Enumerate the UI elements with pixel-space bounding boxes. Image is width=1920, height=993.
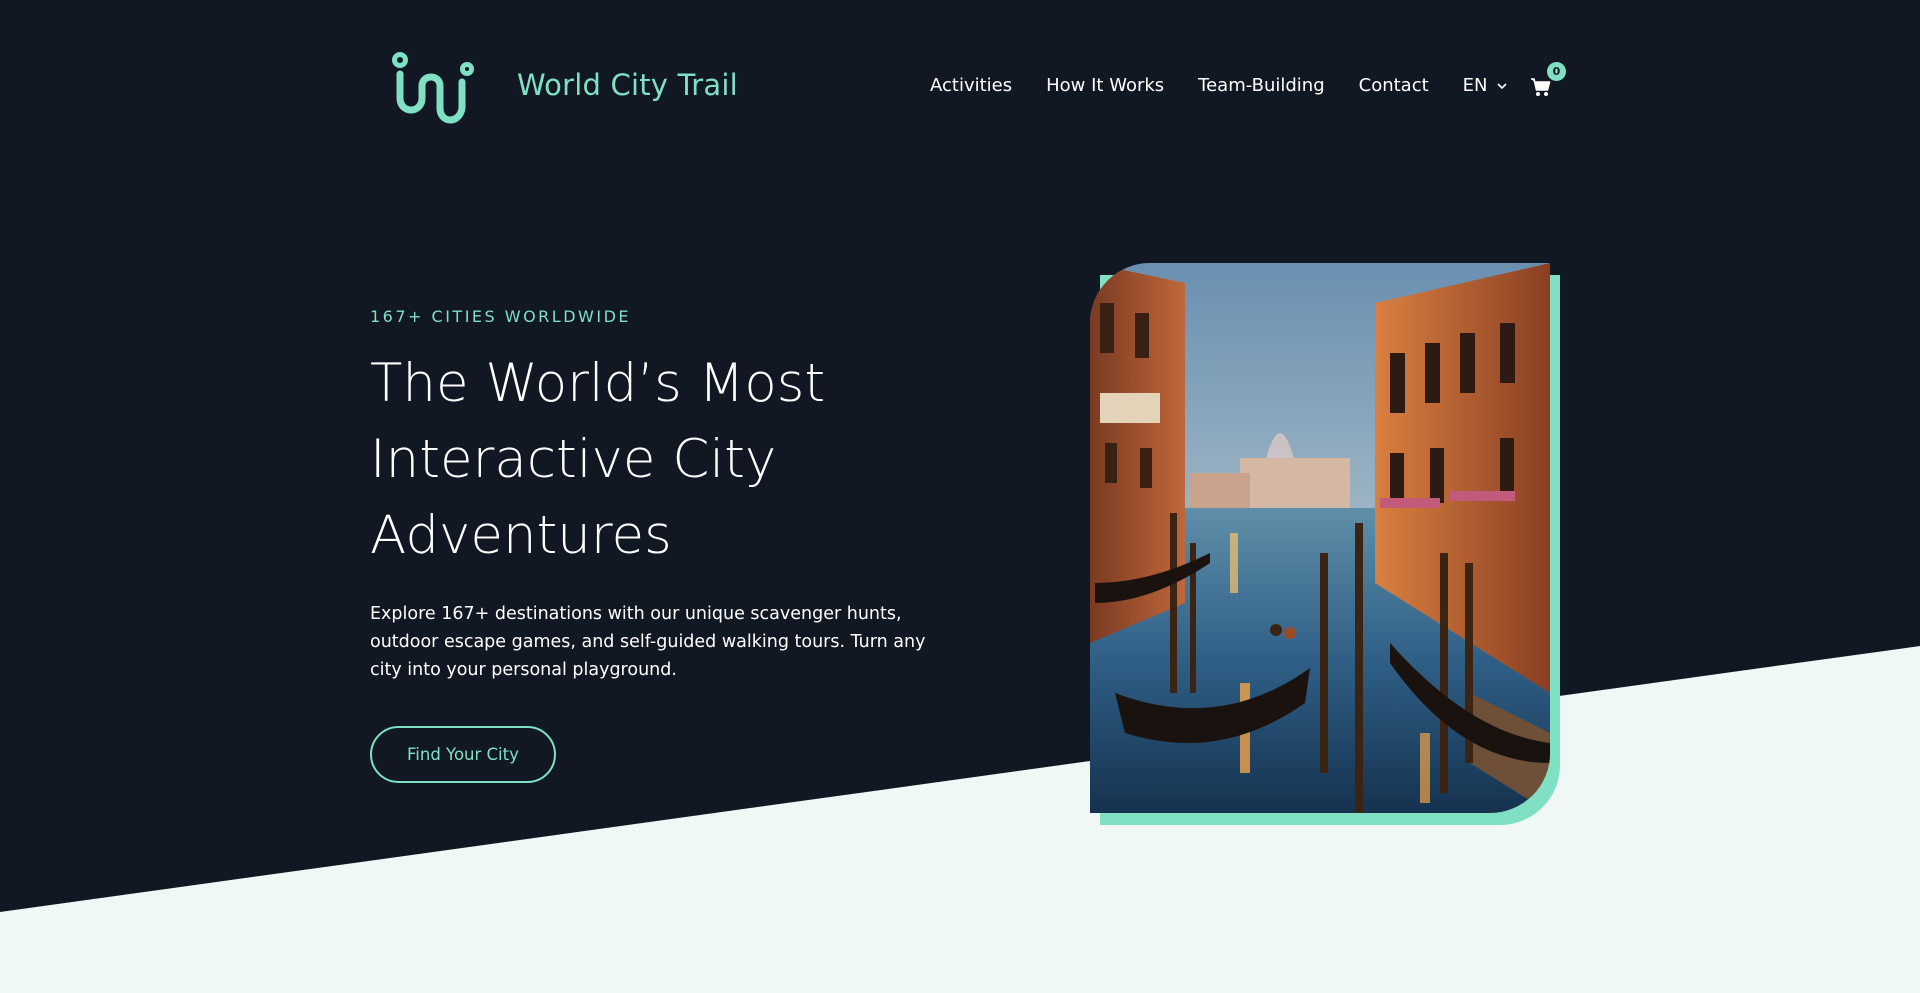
venice-canal-image (1090, 263, 1550, 813)
cart-button[interactable]: 0 (1530, 62, 1566, 108)
nav-activities[interactable]: Activities (930, 75, 1012, 96)
chevron-down-icon (1496, 82, 1507, 89)
site-header: World City Trail Activities How It Works… (370, 50, 1570, 130)
hero-section: 167+ CITIES WORLDWIDE The World’s Most I… (370, 300, 970, 783)
nav-contact[interactable]: Contact (1359, 75, 1429, 96)
language-label: EN (1462, 75, 1488, 96)
wct-logo-icon[interactable] (388, 52, 476, 124)
main-nav: Activities How It Works Team-Building Co… (930, 75, 1550, 96)
cart-count-badge: 0 (1547, 62, 1566, 81)
hero-eyebrow: 167+ CITIES WORLDWIDE (370, 307, 631, 326)
nav-team-building[interactable]: Team-Building (1198, 75, 1324, 96)
hero-description: Explore 167+ destinations with our uniqu… (370, 604, 926, 680)
shopping-cart-icon (1531, 78, 1551, 96)
find-your-city-button[interactable]: Find Your City (370, 726, 556, 783)
language-selector[interactable]: EN (1463, 75, 1508, 96)
nav-how-it-works[interactable]: How It Works (1046, 75, 1164, 96)
hero-title: The World’s Most Interactive City Advent… (370, 353, 826, 566)
hero-image-frame (1090, 263, 1560, 825)
brand-name[interactable]: World City Trail (517, 68, 738, 102)
